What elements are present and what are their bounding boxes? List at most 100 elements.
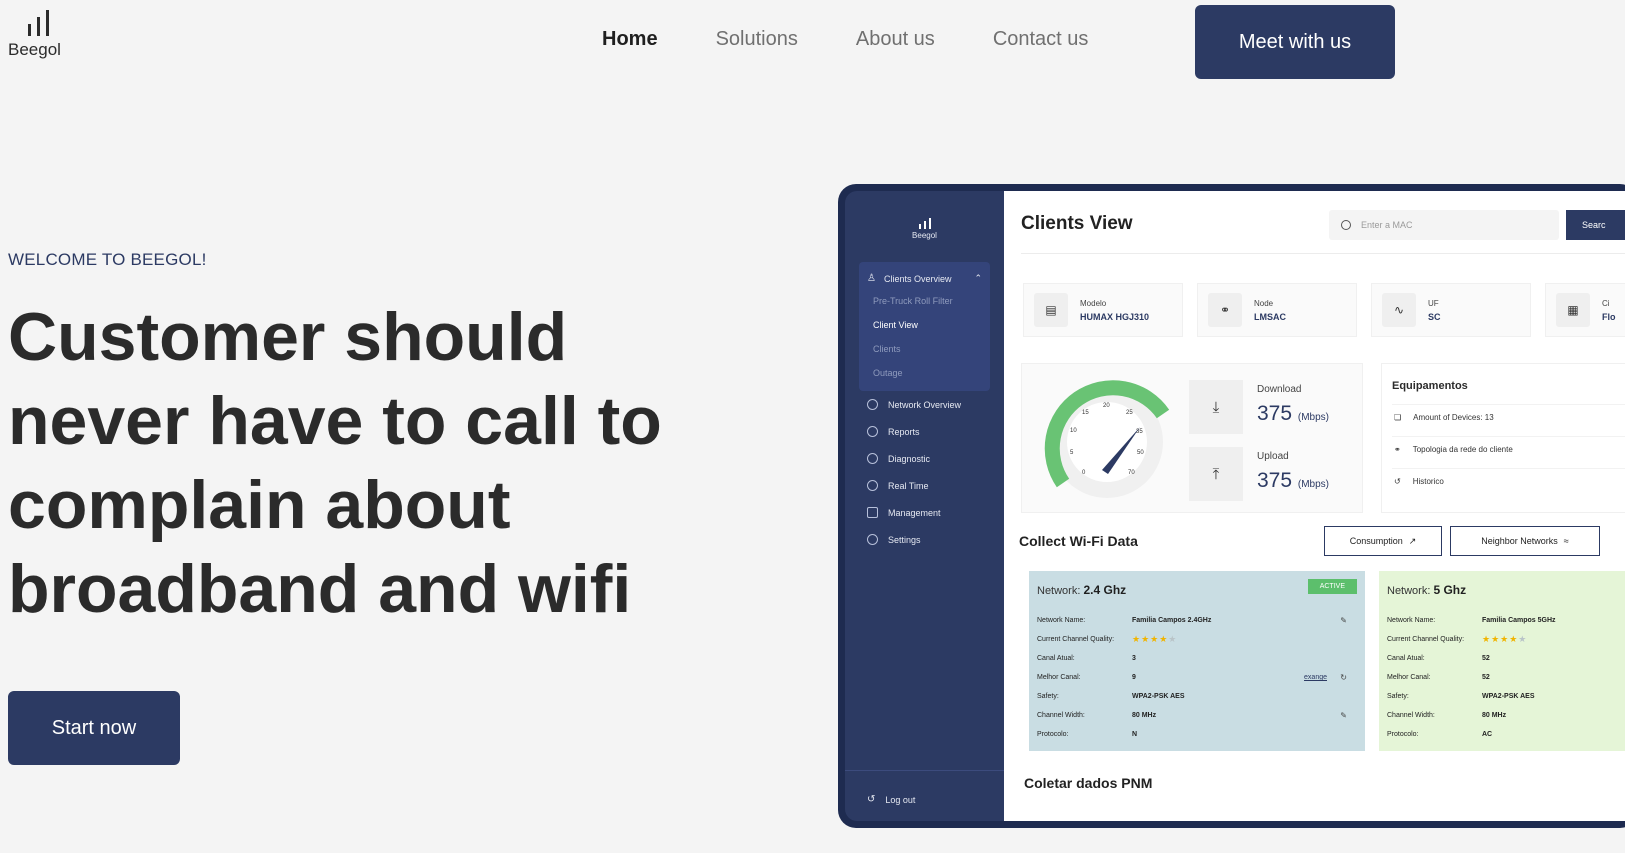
main-nav: Home Solutions About us Contact us xyxy=(602,28,1088,51)
brand-logo[interactable]: Beegol xyxy=(8,8,68,60)
button-label: Consumption xyxy=(1349,536,1403,546)
row-value: 3 xyxy=(1132,655,1136,662)
card-label: Ci xyxy=(1602,298,1610,308)
row-value: 80 MHz xyxy=(1482,712,1507,719)
divider xyxy=(1021,253,1625,254)
wifi-row: Melhor Canal: 52 xyxy=(1387,668,1625,687)
exchange-link[interactable]: exange xyxy=(1304,674,1327,681)
row-key: Current Channel Quality: xyxy=(1037,636,1115,643)
gauge-tick: 70 xyxy=(1128,470,1135,476)
sidebar-subitem-clients[interactable]: Clients xyxy=(859,337,990,361)
gauge-tick: 25 xyxy=(1126,410,1133,416)
upload-value: 375 xyxy=(1257,469,1293,492)
equipment-row-label: Historico xyxy=(1412,477,1444,486)
sidebar-item-settings[interactable]: Settings xyxy=(845,526,1004,553)
sidebar-item-diagnostic[interactable]: Diagnostic xyxy=(845,445,1004,472)
logout-label: Log out xyxy=(885,794,916,805)
search-button[interactable]: Searc xyxy=(1566,210,1625,240)
nav-about-us[interactable]: About us xyxy=(856,28,935,51)
row-value: 9 xyxy=(1132,674,1136,681)
edit-icon[interactable]: ✎ xyxy=(1340,616,1347,625)
wifi-row: Canal Atual: 3 xyxy=(1037,649,1357,668)
dashboard-mockup: Beegol ♙ Clients Overview ⌃ Pre-Truck Ro… xyxy=(838,184,1625,828)
meet-with-us-button[interactable]: Meet with us xyxy=(1195,5,1395,79)
equipment-panel: Equipamentos ❏ Amount of Devices: 13 ⚭ Top… xyxy=(1381,363,1625,513)
sidebar-item-management[interactable]: Management xyxy=(845,499,1004,526)
nav-solutions[interactable]: Solutions xyxy=(716,28,798,51)
page-title: Clients View xyxy=(1021,213,1133,234)
pnm-section-title: Coletar dados PNM xyxy=(1024,775,1153,791)
row-key: Canal Atual: xyxy=(1387,655,1425,662)
card-label: Modelo xyxy=(1080,298,1107,308)
sidebar-subitem-client-view[interactable]: Client View xyxy=(859,313,990,337)
row-key: Safety: xyxy=(1037,693,1059,700)
card-label: UF xyxy=(1428,298,1439,308)
router-icon: ▤ xyxy=(1034,293,1068,327)
row-value: WPA2-PSK AES xyxy=(1132,693,1185,700)
user-icon: ♙ xyxy=(867,273,876,284)
sidebar-subitem-pre-truck-roll-filter[interactable]: Pre-Truck Roll Filter xyxy=(859,289,990,313)
logout-icon: ↺ xyxy=(867,794,876,805)
equipment-row-label: Amount of Devices: 13 xyxy=(1413,413,1494,422)
row-key: Channel Width: xyxy=(1387,712,1435,719)
logout-button[interactable]: ↺ Log out xyxy=(867,794,915,805)
wifi-row: Protocolo: AC xyxy=(1387,725,1625,744)
card-value: HUMAX HGJ310 xyxy=(1080,311,1150,322)
upload-label: Upload xyxy=(1257,451,1289,462)
speed-panel: 0 5 10 15 20 25 35 50 70 ⤓ Download 375 … xyxy=(1021,363,1363,513)
channel-quality-stars: ★★★★★ xyxy=(1132,634,1178,644)
start-now-button[interactable]: Start now xyxy=(8,691,180,765)
mac-search-input[interactable]: Enter a MAC xyxy=(1329,210,1559,240)
button-label: Neighbor Networks xyxy=(1481,536,1558,546)
share-icon: ⚭ xyxy=(1208,293,1242,327)
row-key: Melhor Canal: xyxy=(1387,674,1431,681)
equipment-row-history[interactable]: ↺ Historico xyxy=(1392,468,1625,494)
sidebar-item-real-time[interactable]: Real Time xyxy=(845,472,1004,499)
sidebar-item-clients-overview[interactable]: ♙ Clients Overview ⌃ xyxy=(859,268,990,289)
info-card-city: ▦ Ci Flo xyxy=(1545,283,1625,337)
row-key: Protocolo: xyxy=(1387,731,1419,738)
download-icon: ⤓ xyxy=(1189,380,1243,434)
sidebar-item-network-overview[interactable]: Network Overview xyxy=(845,391,1004,418)
search-placeholder: Enter a MAC xyxy=(1361,220,1413,230)
gauge-tick: 20 xyxy=(1103,403,1110,409)
row-value: 52 xyxy=(1482,655,1490,662)
upload-unit: (Mbps) xyxy=(1297,479,1330,490)
map-icon: ▦ xyxy=(1556,293,1590,327)
row-value: WPA2-PSK AES xyxy=(1482,693,1535,700)
download-value-wrap: 375 (Mbps) xyxy=(1257,402,1329,426)
nav-contact-us[interactable]: Contact us xyxy=(993,28,1089,51)
download-value: 375 xyxy=(1257,402,1293,425)
equipment-title: Equipamentos xyxy=(1392,380,1468,392)
info-card-uf: ∿ UF SC xyxy=(1371,283,1531,337)
sidebar-item-label: Management xyxy=(888,507,941,518)
upload-value-wrap: 375 (Mbps) xyxy=(1257,469,1329,493)
network-label: Network: xyxy=(1037,585,1081,597)
nav-home[interactable]: Home xyxy=(602,28,658,51)
consumption-button[interactable]: Consumption ↗ xyxy=(1324,526,1442,556)
wifi-row: Protocolo: N xyxy=(1037,725,1357,744)
band-value: 5 Ghz xyxy=(1433,583,1467,597)
share-icon: ⚭ xyxy=(1394,445,1401,454)
card-value: LMSAC xyxy=(1254,311,1286,322)
equipment-row-devices[interactable]: ❏ Amount of Devices: 13 xyxy=(1392,404,1625,430)
trend-up-icon: ↗ xyxy=(1408,535,1417,546)
download-label: Download xyxy=(1257,384,1302,395)
card-label: Node xyxy=(1254,298,1274,308)
row-key: Protocolo: xyxy=(1037,731,1069,738)
refresh-icon[interactable]: ↻ xyxy=(1340,673,1347,682)
gauge-tick: 10 xyxy=(1070,428,1077,434)
equipment-row-topology[interactable]: ⚭ Topologia da rede do cliente xyxy=(1392,436,1625,462)
wifi-row: Channel Width: 80 MHz xyxy=(1387,706,1625,725)
pulse-icon: ∿ xyxy=(1382,293,1416,327)
search-icon xyxy=(1341,220,1351,230)
edit-icon[interactable]: ✎ xyxy=(1340,711,1347,720)
download-unit: (Mbps) xyxy=(1297,412,1330,423)
sidebar-subitem-outage[interactable]: Outage xyxy=(859,361,990,385)
wifi-row: Current Channel Quality: ★★★★★ xyxy=(1387,630,1625,649)
neighbor-networks-button[interactable]: Neighbor Networks ≈ xyxy=(1450,526,1600,556)
management-icon xyxy=(867,507,878,518)
row-value: Familia Campos 2.4GHz xyxy=(1132,617,1212,624)
row-key: Melhor Canal: xyxy=(1037,674,1081,681)
sidebar-item-reports[interactable]: Reports xyxy=(845,418,1004,445)
